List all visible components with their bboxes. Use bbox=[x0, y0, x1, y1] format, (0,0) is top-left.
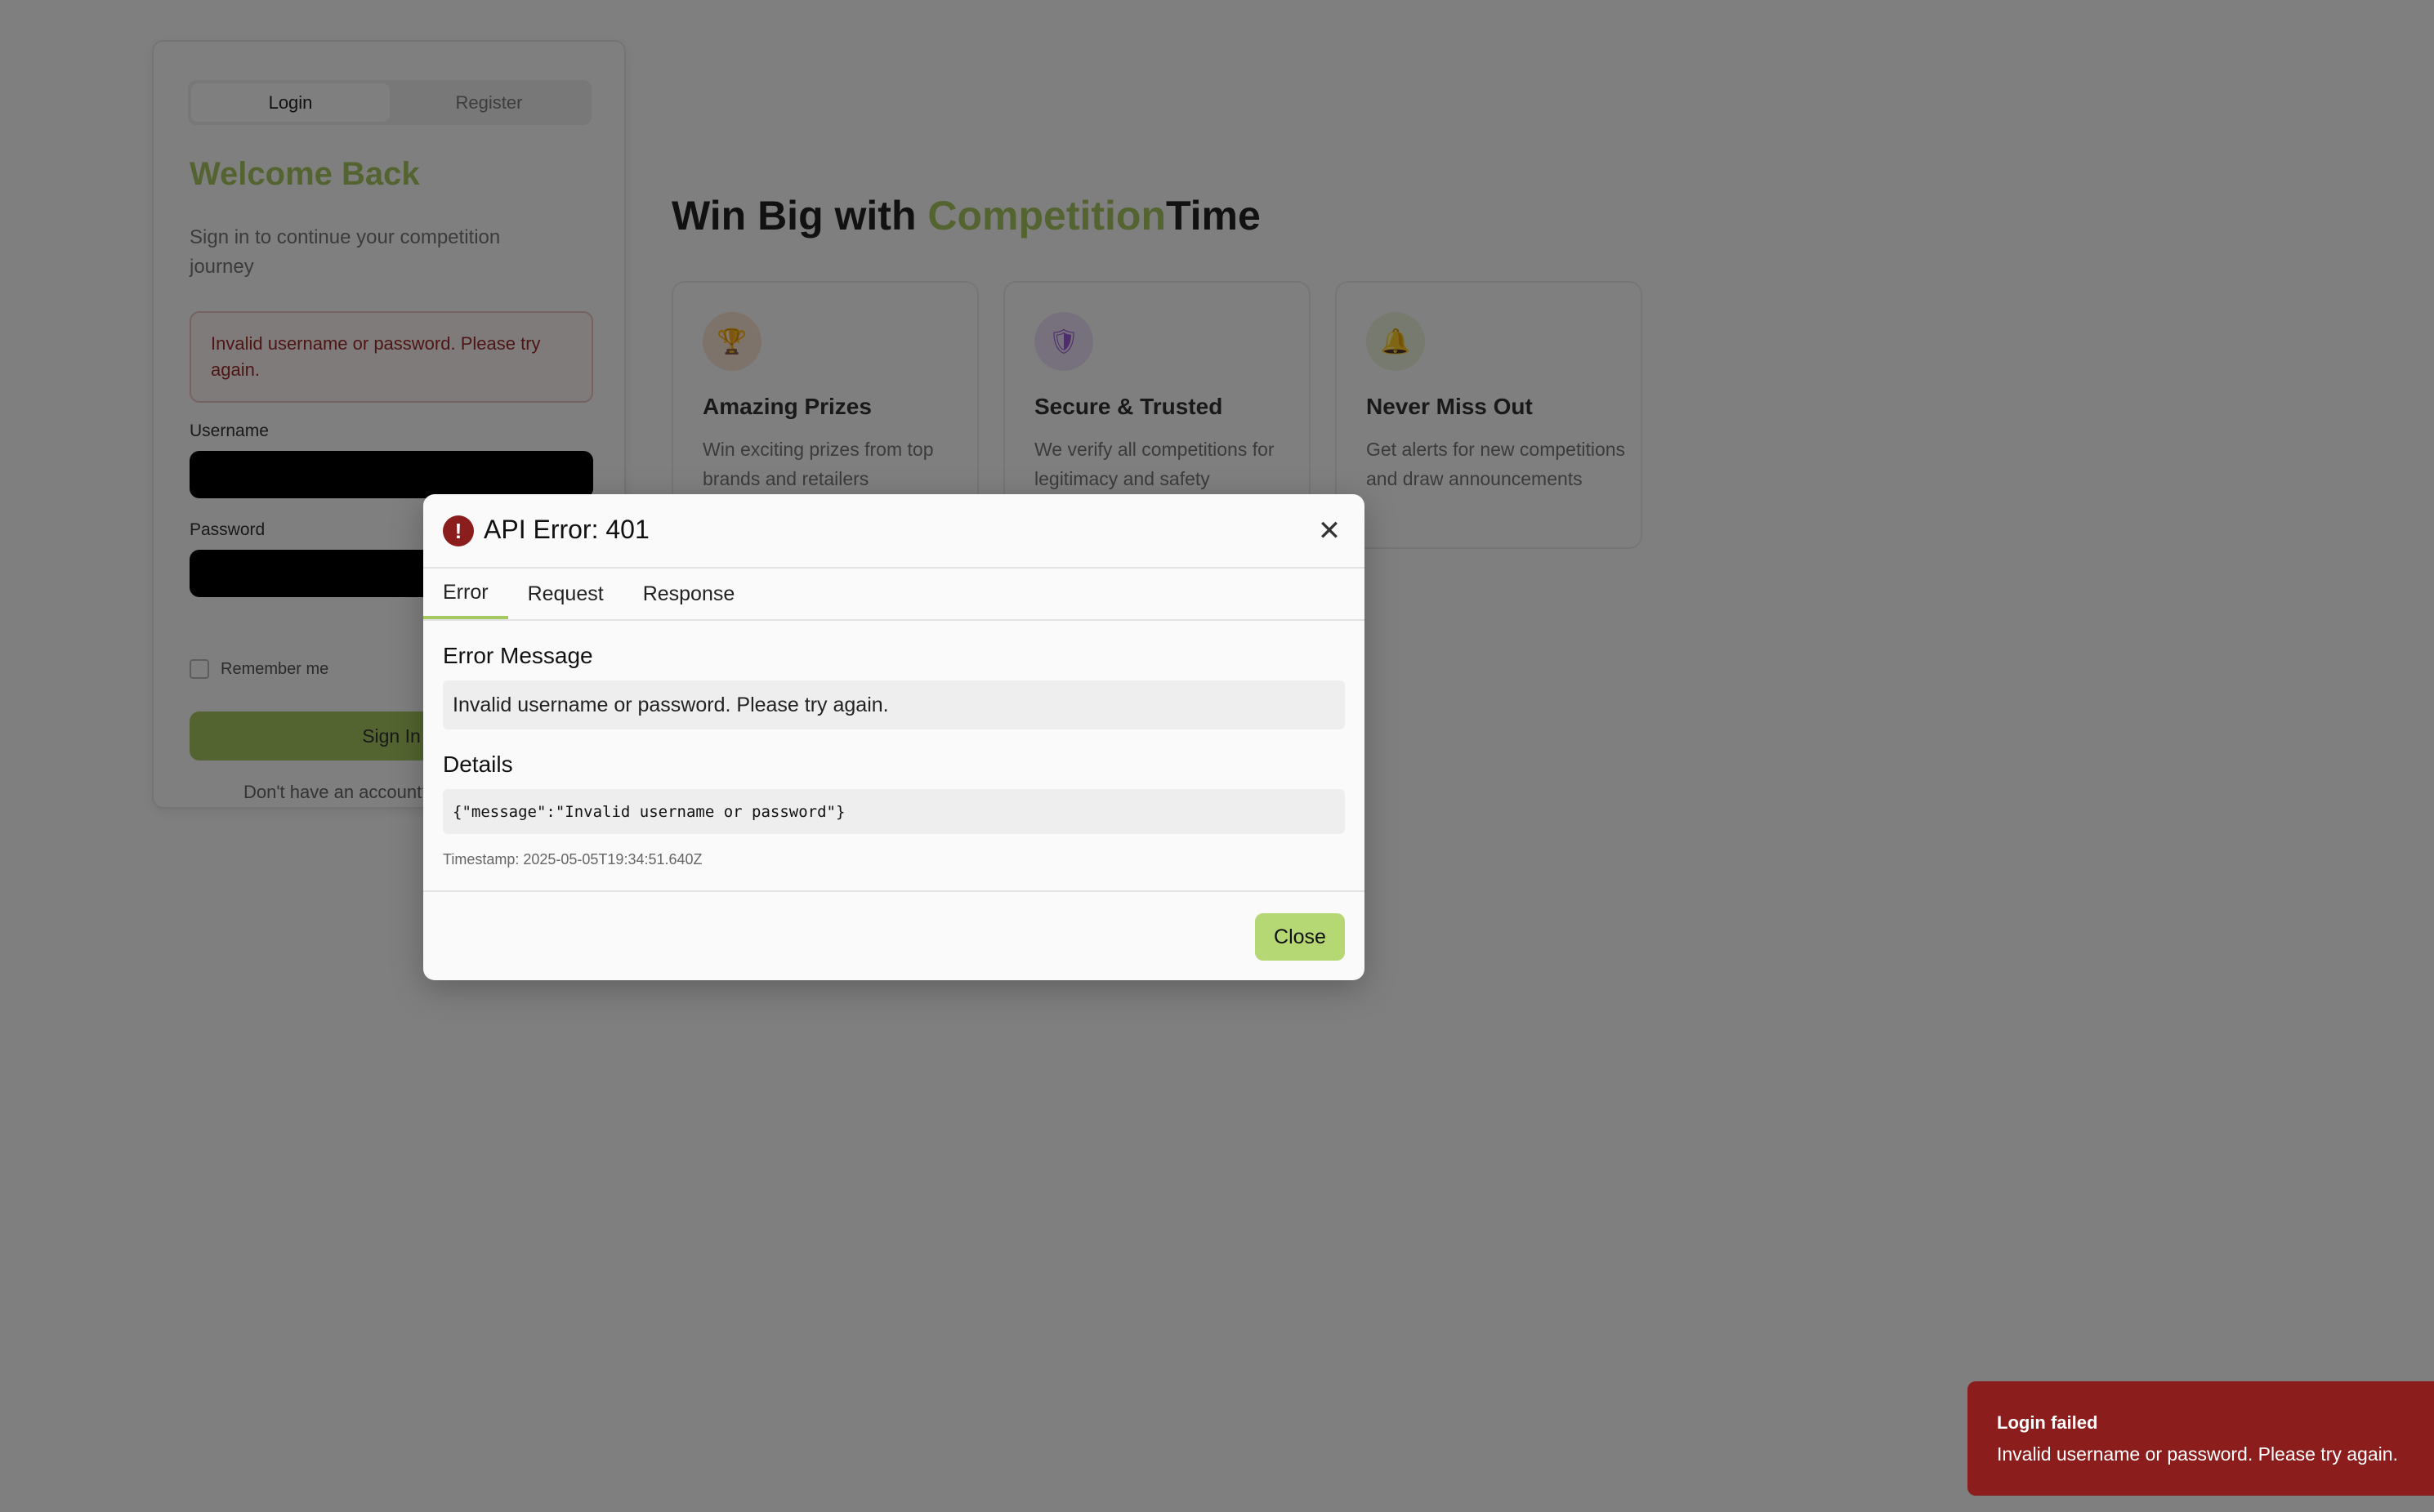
login-failed-toast[interactable]: Login failed Invalid username or passwor… bbox=[1967, 1381, 2434, 1496]
details-heading: Details bbox=[443, 752, 513, 777]
close-icon[interactable]: ✕ bbox=[1312, 514, 1347, 548]
tab-response[interactable]: Response bbox=[623, 569, 755, 619]
error-message-box: Invalid username or password. Please try… bbox=[443, 680, 1345, 729]
toast-title: Login failed bbox=[1997, 1412, 2098, 1433]
modal-header: ! API Error: 401 ✕ bbox=[423, 494, 1364, 569]
toast-message: Invalid username or password. Please try… bbox=[1997, 1443, 2398, 1465]
error-message-heading: Error Message bbox=[443, 643, 593, 668]
tab-error[interactable]: Error bbox=[423, 569, 508, 619]
api-error-modal: ! API Error: 401 ✕ Error Request Respons… bbox=[423, 494, 1364, 980]
modal-title: API Error: 401 bbox=[484, 515, 650, 544]
tab-request[interactable]: Request bbox=[508, 569, 623, 619]
error-icon: ! bbox=[443, 515, 474, 546]
modal-footer: Close bbox=[423, 890, 1364, 980]
timestamp: Timestamp: 2025-05-05T19:34:51.640Z bbox=[443, 851, 703, 868]
details-code-box: {"message":"Invalid username or password… bbox=[443, 789, 1345, 834]
modal-tabs: Error Request Response bbox=[423, 569, 1364, 621]
close-button[interactable]: Close bbox=[1255, 913, 1345, 961]
